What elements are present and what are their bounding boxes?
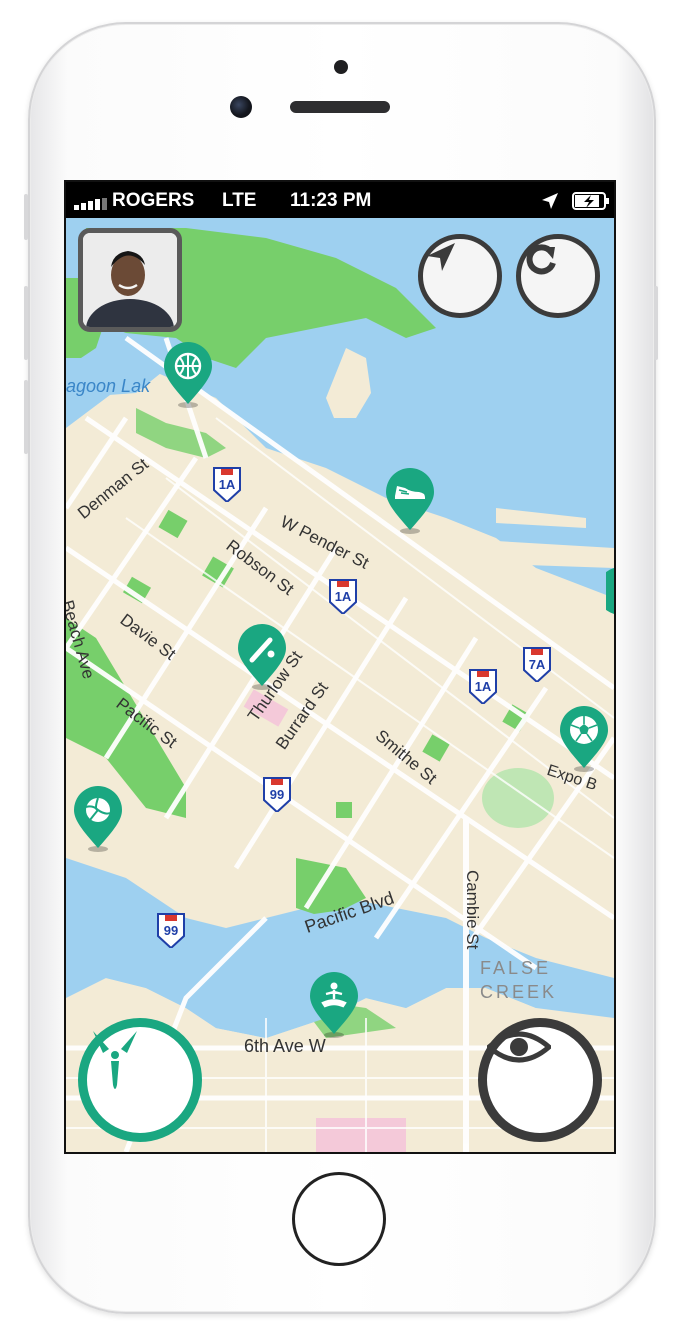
baseball-bat-icon bbox=[249, 637, 275, 663]
volleyball-pin[interactable] bbox=[72, 786, 124, 852]
basketball-icon bbox=[174, 352, 202, 380]
battery-charging-icon bbox=[572, 192, 609, 210]
highway-shield-1a: 1A bbox=[212, 464, 242, 502]
volume-up-button bbox=[24, 286, 28, 360]
volume-down-button bbox=[24, 380, 28, 454]
screen: ROGERS LTE 11:23 PM Denman St Robson St … bbox=[64, 180, 616, 1154]
signal-strength-icon bbox=[74, 198, 107, 210]
network-label: LTE bbox=[222, 190, 257, 211]
carrier-label: ROGERS bbox=[112, 190, 195, 211]
locate-me-button[interactable] bbox=[418, 234, 502, 318]
yoga-meditation-icon bbox=[321, 982, 347, 1008]
basketball-pin[interactable] bbox=[162, 342, 214, 408]
highway-shield-99: 99 bbox=[156, 910, 186, 948]
app-logo-icon bbox=[93, 1031, 137, 1089]
refresh-button[interactable] bbox=[516, 234, 600, 318]
highway-shield-7a: 7A bbox=[522, 644, 552, 682]
soccer-ball-icon bbox=[570, 716, 598, 744]
area-label-creek: CREEK bbox=[480, 982, 558, 1002]
view-toggle-button[interactable] bbox=[478, 1018, 602, 1142]
clock: 11:23 PM bbox=[290, 190, 372, 211]
location-services-icon bbox=[542, 193, 558, 209]
user-avatar[interactable] bbox=[78, 228, 182, 332]
highway-shield-1a: 1A bbox=[328, 576, 358, 614]
water-label-lagoon: agoon Lak bbox=[66, 376, 151, 396]
area-label-false: FALSE bbox=[480, 958, 552, 978]
shoe-pin[interactable] bbox=[384, 468, 436, 534]
street-label-cambie: Cambie St bbox=[463, 870, 482, 950]
power-button bbox=[654, 286, 658, 360]
mute-switch bbox=[24, 194, 28, 240]
home-button[interactable] bbox=[292, 1172, 386, 1266]
highway-shield-99: 99 bbox=[262, 774, 292, 812]
running-shoe-icon bbox=[395, 486, 425, 499]
yoga-pin[interactable] bbox=[308, 972, 360, 1038]
front-camera bbox=[230, 96, 252, 118]
highway-shield-1a: 1A bbox=[468, 666, 498, 704]
volleyball-icon bbox=[85, 797, 111, 822]
location-arrow-icon bbox=[427, 243, 455, 271]
profile-photo bbox=[83, 233, 177, 327]
proximity-sensor bbox=[334, 60, 348, 74]
earpiece-speaker bbox=[290, 101, 390, 113]
eye-icon bbox=[487, 1031, 551, 1063]
soccer-pin[interactable] bbox=[558, 706, 610, 772]
baseball-pin[interactable] bbox=[236, 624, 288, 690]
create-activity-button[interactable] bbox=[78, 1018, 202, 1142]
map-view[interactable]: Denman St Robson St Davie St Beach Ave P… bbox=[66, 218, 614, 1152]
partial-pin-edge bbox=[606, 568, 614, 614]
refresh-icon bbox=[526, 244, 556, 275]
street-label-6th-ave: 6th Ave W bbox=[244, 1036, 326, 1056]
status-bar: ROGERS LTE 11:23 PM bbox=[66, 182, 614, 220]
